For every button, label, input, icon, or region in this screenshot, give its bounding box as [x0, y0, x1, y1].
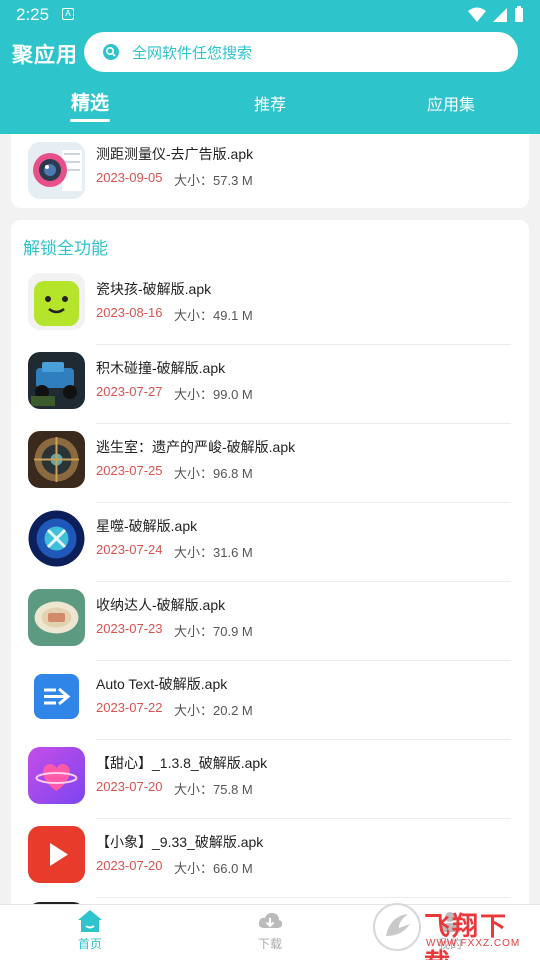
nav-home-label: 首页 [77, 937, 102, 951]
app-size: 大小：96.8 M [174, 466, 253, 481]
app-name: 星噬-破解版.apk [96, 518, 198, 534]
app-date: 2023-07-20 [96, 779, 163, 794]
nav-download-label: 下载 [257, 937, 282, 951]
app-size: 大小：31.6 M [174, 545, 253, 560]
app-name: 逃生室：遗产的严峻-破解版.apk [96, 439, 296, 455]
watermark-url: WWW.FXXZ.COM [426, 938, 521, 949]
play-button-icon [28, 826, 85, 883]
watermark: 飞翔下载 WWW.FXXZ.COM [372, 902, 532, 960]
nav-download[interactable]: 下载 [235, 909, 305, 952]
app-date: 2023-09-05 [96, 170, 163, 185]
sim-indicator-icon: A [62, 8, 74, 20]
app-size: 大小：57.3 M [174, 173, 253, 188]
tab-app-collections[interactable]: 应用集 [416, 91, 486, 115]
tab-recommended[interactable]: 推荐 [240, 91, 300, 115]
app-name: 【小象】_9.33_破解版.apk [96, 834, 264, 850]
galaxy-orb-icon [28, 510, 85, 567]
battery-icon [515, 6, 523, 22]
top-app-bar: 2:25 A 聚应用 全网软件任您搜索 精选 推荐 应用集 [0, 0, 540, 134]
divider [96, 502, 511, 503]
heart-icon [28, 747, 85, 804]
toy-car-icon [28, 352, 85, 409]
status-icons [468, 6, 524, 23]
app-date: 2023-07-27 [96, 384, 163, 399]
list-item[interactable]: 积木碰撞-破解版.apk 2023-07-27 大小：99.0 M [11, 346, 529, 425]
list-item[interactable]: 【甜心】_1.3.8_破解版.apk 2023-07-20 大小：75.8 M [11, 741, 529, 820]
watermark-logo-icon [373, 903, 421, 951]
nav-home[interactable]: 首页 [55, 909, 125, 952]
app-date: 2023-07-20 [96, 858, 163, 873]
app-name: 测距测量仪-去广告版.apk [96, 146, 254, 162]
vault-door-icon [28, 431, 85, 488]
divider [96, 897, 511, 898]
search-bar[interactable]: 全网软件任您搜索 [84, 32, 518, 72]
list-item[interactable]: 星噬-破解版.apk 2023-07-24 大小：31.6 M [11, 504, 529, 583]
divider [96, 660, 511, 661]
divider [96, 423, 511, 424]
status-time: 2:25 [16, 5, 50, 24]
app-name: Auto Text-破解版.apk [96, 676, 228, 692]
storage-plate-icon [28, 589, 85, 646]
list-item[interactable]: 【小象】_9.33_破解版.apk 2023-07-20 大小：66.0 M [11, 820, 529, 899]
app-date: 2023-07-23 [96, 621, 163, 636]
app-name: 瓷块孩-破解版.apk [96, 281, 212, 297]
divider [96, 739, 511, 740]
search-placeholder: 全网软件任您搜索 [132, 45, 253, 62]
app-size: 大小：49.1 M [174, 308, 253, 323]
app-date: 2023-08-16 [96, 305, 163, 320]
app-size: 大小：70.9 M [174, 624, 253, 639]
list-item[interactable]: 收纳达人-破解版.apk 2023-07-23 大小：70.9 M [11, 583, 529, 662]
app-size: 大小：20.2 M [174, 703, 253, 718]
divider [96, 818, 511, 819]
app-size: 大小：66.0 M [174, 861, 253, 876]
wifi-icon [468, 7, 486, 22]
search-icon [103, 44, 119, 60]
status-bar: 2:25 A [0, 0, 540, 28]
tab-featured[interactable]: 精选 [60, 88, 120, 115]
app-name: 积木碰撞-破解版.apk [96, 360, 226, 376]
app-size: 大小：75.8 M [174, 782, 253, 797]
signal-icon [493, 7, 507, 22]
active-tab-indicator [70, 119, 110, 122]
app-date: 2023-07-25 [96, 463, 163, 478]
previous-section-card: 测距测量仪-去广告版.apk 2023-09-05 大小：57.3 M [11, 134, 529, 208]
green-smiley-icon [28, 273, 85, 330]
app-title: 聚应用 [12, 44, 78, 67]
unlock-section-card: 解锁全功能 瓷块孩-破解版.apk 2023-08-16 大小：49.1 M 积… [11, 220, 529, 920]
cloud-download-icon [258, 912, 283, 928]
list-item[interactable]: 逃生室：遗产的严峻-破解版.apk 2023-07-25 大小：96.8 M [11, 425, 529, 504]
auto-text-arrow-icon [28, 668, 85, 725]
app-name: 【甜心】_1.3.8_破解版.apk [96, 755, 268, 771]
app-name: 收纳达人-破解版.apk [96, 597, 226, 613]
divider [96, 581, 511, 582]
app-date: 2023-07-22 [96, 700, 163, 715]
camera-lens-icon [28, 142, 85, 199]
list-item[interactable]: 测距测量仪-去广告版.apk 2023-09-05 大小：57.3 M [11, 136, 529, 215]
list-item[interactable]: 瓷块孩-破解版.apk 2023-08-16 大小：49.1 M [11, 267, 529, 346]
section-title: 解锁全功能 [23, 239, 108, 258]
divider [96, 344, 511, 345]
list-item[interactable]: Auto Text-破解版.apk 2023-07-22 大小：20.2 M [11, 662, 529, 741]
watermark-text: 飞翔下载 [424, 912, 509, 960]
app-size: 大小：99.0 M [174, 387, 253, 402]
app-date: 2023-07-24 [96, 542, 163, 557]
home-icon [78, 910, 102, 932]
